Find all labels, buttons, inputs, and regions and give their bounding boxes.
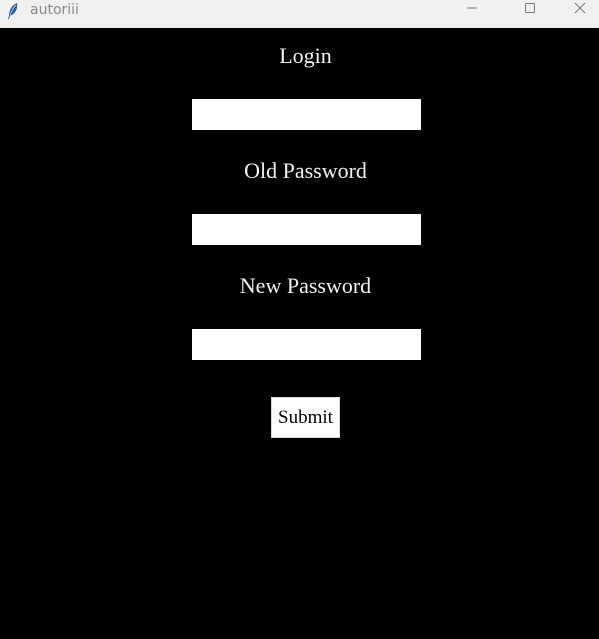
- new-password-label: New Password: [239, 273, 372, 298]
- login-input[interactable]: [192, 99, 421, 130]
- window-title: autoriii: [30, 2, 79, 18]
- login-label: Login: [279, 43, 332, 68]
- close-button[interactable]: [560, 0, 599, 20]
- app-window: autoriii Login Old Password New Password…: [0, 0, 599, 639]
- close-icon: [574, 2, 586, 18]
- old-password-label: Old Password: [244, 158, 367, 183]
- submit-button[interactable]: Submit: [271, 397, 340, 438]
- form-area: Login Old Password New Password Submit: [0, 28, 599, 639]
- minimize-icon: [466, 2, 478, 18]
- minimize-button[interactable]: [444, 0, 500, 20]
- maximize-button[interactable]: [502, 0, 558, 20]
- old-password-input[interactable]: [192, 214, 421, 245]
- title-bar[interactable]: autoriii: [0, 0, 599, 28]
- feather-icon: [6, 2, 20, 20]
- maximize-icon: [524, 2, 536, 18]
- new-password-input[interactable]: [192, 329, 421, 360]
